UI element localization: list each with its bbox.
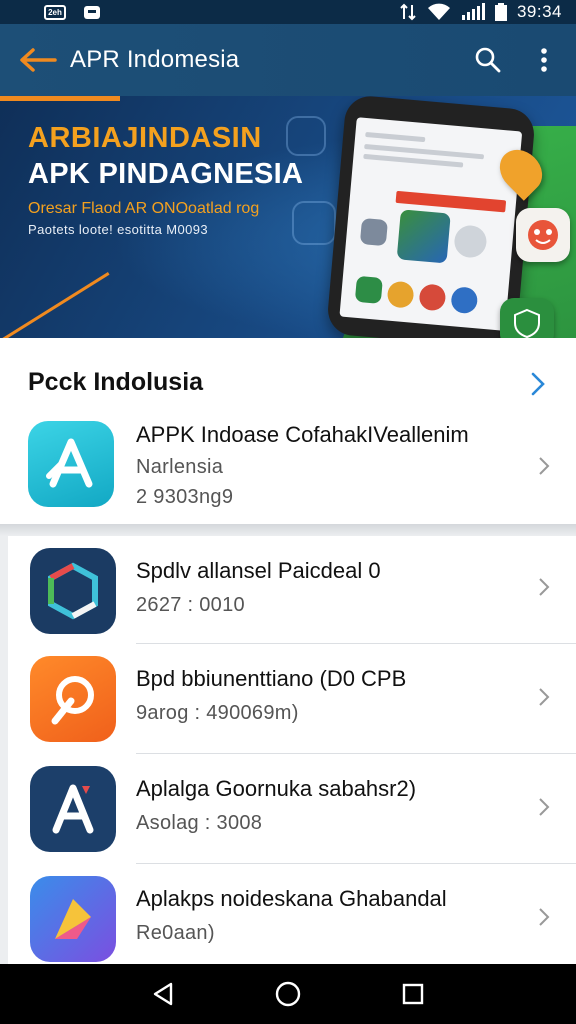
list-item-featured[interactable]: APPK Indoase CofahakIVeallenim Narlensia… xyxy=(0,418,576,518)
nav-home-button[interactable] xyxy=(258,964,318,1024)
app-name: Bpd bbiunenttiano (D0 CPB xyxy=(136,666,407,691)
banner-subtitle-line2: Paotets loote! esotitta M0093 xyxy=(28,222,208,237)
nav-back-button[interactable] xyxy=(133,964,193,1024)
back-arrow-icon xyxy=(20,48,57,72)
ghost-app-icon xyxy=(286,116,326,156)
list-item[interactable]: Bpd bbiunenttiano (D0 CPB 9arog : 490069… xyxy=(0,644,576,754)
banner-accent-line xyxy=(0,272,110,338)
app-meta: Re0aan) xyxy=(136,922,215,944)
battery-icon xyxy=(494,3,507,21)
app-meta: Asolag : 3008 xyxy=(136,812,263,834)
nav-back-icon xyxy=(153,982,172,1006)
status-badge: 2eh xyxy=(48,7,62,17)
list-item[interactable]: Aplakps noideskana Ghabandal Re0aan) xyxy=(0,864,576,964)
list-item[interactable]: Spdlv allansel Paicdeal 0 2627 : 0010 xyxy=(0,536,576,644)
section-title: Pcck Indolusia xyxy=(28,368,204,396)
chevron-right-icon xyxy=(534,902,554,932)
hexagon-app-icon xyxy=(30,548,116,634)
section-more-button[interactable] xyxy=(520,366,556,402)
nav-home-icon xyxy=(275,981,301,1007)
app-name: APPK Indoase CofahakIVeallenim xyxy=(136,422,469,447)
sim-card-icon: 2eh xyxy=(44,4,66,20)
wifi-icon xyxy=(427,3,450,20)
system-nav-bar xyxy=(0,964,576,1024)
banner-subtitle-line1: Oresar Flaod AR ONOoatlad rog xyxy=(28,200,260,217)
back-button[interactable] xyxy=(8,24,68,96)
app-store-a-icon xyxy=(30,766,116,852)
promo-banner[interactable]: ARBIAJINDASIN APK PINDAGNESIA Oresar Fla… xyxy=(0,96,576,338)
list-item[interactable]: Aplalga Goornuka sabahsr2) Asolag : 3008 xyxy=(0,754,576,864)
banner-title-line1: ARBIAJINDASIN xyxy=(28,122,262,154)
chevron-right-icon xyxy=(534,451,554,481)
chevron-right-icon xyxy=(531,372,545,396)
app-meta: 2627 : 0010 xyxy=(136,594,245,616)
app-store-a-icon xyxy=(28,421,114,507)
page-title: APR Indomesia xyxy=(70,46,240,73)
app-meta: 2 9303ng9 xyxy=(136,486,234,508)
banner-title-line2: APK PINDAGNESIA xyxy=(28,158,304,190)
ghost-app-icon xyxy=(292,201,336,245)
nav-recents-button[interactable] xyxy=(383,964,443,1024)
app-bar: APR Indomesia xyxy=(0,24,576,96)
signal-icon xyxy=(461,3,485,20)
nav-recents-icon xyxy=(403,983,424,1005)
clock: 39:34 xyxy=(516,2,562,21)
app-name: Aplalga Goornuka sabahsr2) xyxy=(136,776,417,801)
status-bar: 2eh 39:34 xyxy=(0,0,576,24)
leaf-app-icon xyxy=(30,656,116,742)
app-name: Aplakps noideskana Ghabandal xyxy=(136,886,447,911)
chevron-right-icon xyxy=(534,792,554,822)
section-divider xyxy=(0,524,576,536)
face-app-icon xyxy=(516,208,570,262)
app-list: Spdlv allansel Paicdeal 0 2627 : 0010 Bp… xyxy=(8,536,576,964)
search-button[interactable] xyxy=(460,24,516,96)
shield-app-icon xyxy=(500,298,554,338)
featured-section: Pcck Indolusia APPK Indoase CofahakIVeal… xyxy=(0,338,576,524)
phone-screen xyxy=(339,117,523,331)
more-vert-icon xyxy=(541,48,547,72)
app-category: Narlensia xyxy=(136,456,224,478)
app-name: Spdlv allansel Paicdeal 0 xyxy=(136,558,381,583)
data-transfer-icon xyxy=(400,3,416,21)
message-icon xyxy=(84,5,100,19)
arrow-app-icon xyxy=(30,876,116,962)
search-icon xyxy=(475,47,501,73)
more-options-button[interactable] xyxy=(516,24,572,96)
chevron-right-icon xyxy=(534,682,554,712)
app-meta: 9arog : 490069m) xyxy=(136,702,299,724)
banner-accent-stripe xyxy=(0,96,120,101)
chevron-right-icon xyxy=(534,572,554,602)
